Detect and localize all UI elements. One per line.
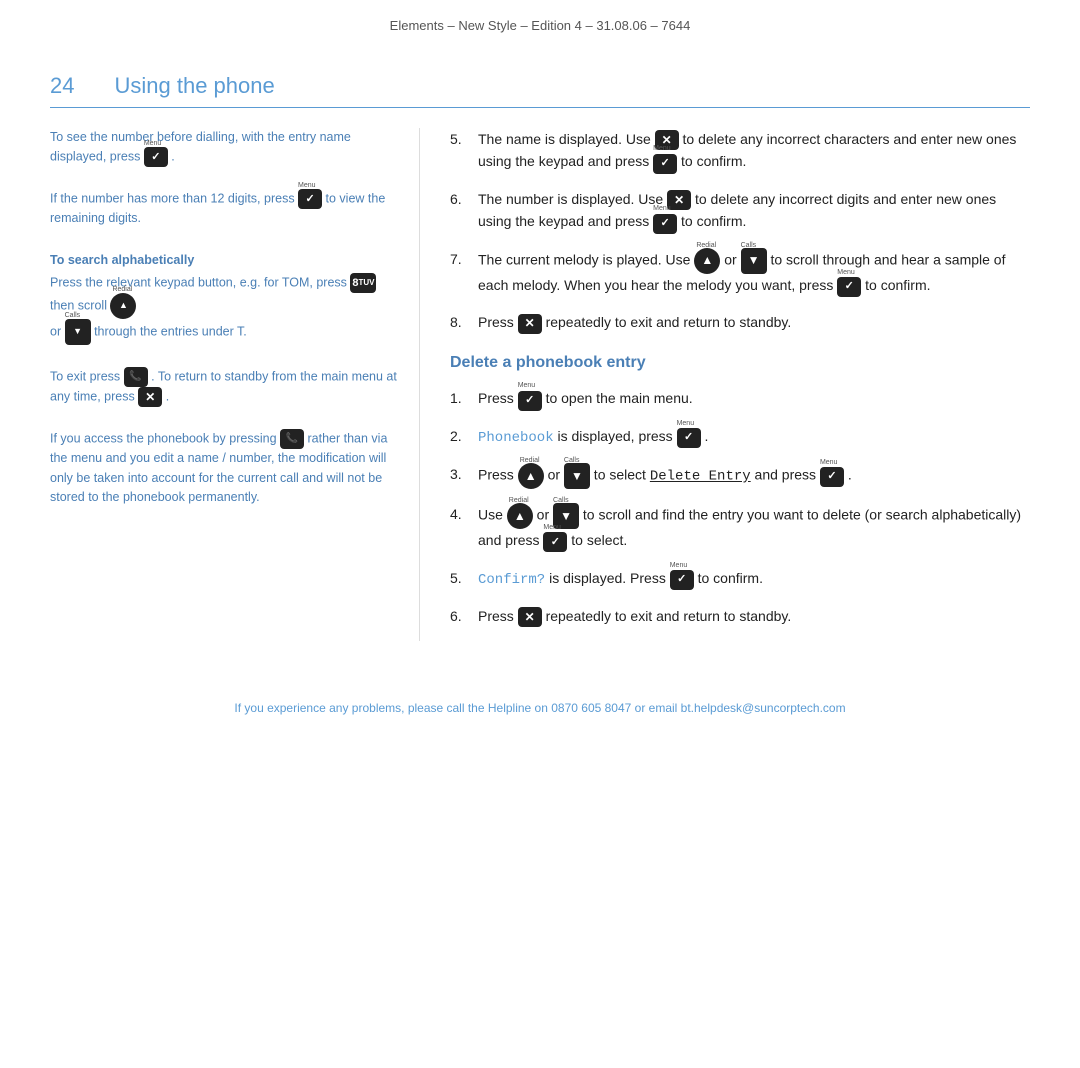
main-content: 24 Using the phone To see the number bef… — [0, 43, 1080, 753]
btn-rediall-up: Redial ▲ — [110, 293, 136, 319]
list-num-7: 7. — [450, 248, 478, 270]
left-block-3-or: or — [50, 324, 65, 338]
section-number: 24 — [50, 73, 74, 99]
left-block-2-text: If the number has more than 12 digits, p… — [50, 192, 298, 206]
btn-phonebook-2: 📞 — [280, 429, 304, 449]
delete-text-2: Phonebook is displayed, press Menu ✓ . — [478, 425, 1030, 449]
left-block-4-text: To exit press — [50, 369, 124, 383]
delete-num-6: 6. — [450, 605, 478, 627]
btn-calls-d3: Calls▼ — [564, 463, 590, 489]
list-item-8: 8. Press ✕ repeatedly to exit and return… — [450, 311, 1030, 333]
footer-text: If you experience any problems, please c… — [234, 701, 845, 715]
list-num-6: 6. — [450, 188, 478, 210]
right-list: 5. The name is displayed. Use ✕ to delet… — [450, 128, 1030, 334]
menu-check-btn-1: Menu ✓ — [144, 147, 168, 167]
delete-text-4: Use Redial▲ or Calls▼ to scroll and find… — [478, 503, 1030, 552]
delete-text-1: Press Menu ✓ to open the main menu. — [478, 387, 1030, 410]
menu-check-btn-d5: Menu ✓ — [670, 568, 694, 590]
left-block-3-heading: To search alphabetically — [50, 251, 399, 270]
delete-text-3: Press Redial▲ or Calls▼ to select Delete… — [478, 463, 1030, 489]
confirm-display: Confirm? — [478, 572, 545, 588]
delete-item-6: 6. Press ✕ repeatedly to exit and return… — [450, 605, 1030, 627]
delete-num-1: 1. — [450, 387, 478, 409]
left-block-4-period: . — [166, 389, 169, 403]
btn-rediall-d4: Redial▲ — [507, 503, 533, 529]
left-block-1: To see the number before dialling, with … — [50, 128, 399, 167]
footer: If you experience any problems, please c… — [50, 671, 1030, 733]
section-title: Using the phone — [114, 73, 274, 99]
btn-rediall-7: Redial▲ — [694, 248, 720, 274]
delete-item-2: 2. Phonebook is displayed, press Menu ✓ … — [450, 425, 1030, 449]
list-item-6: 6. The number is displayed. Use ✕ to del… — [450, 188, 1030, 234]
menu-check-btn-2: Menu ✓ — [298, 189, 322, 209]
header-text: Elements – New Style – Edition 4 – 31.08… — [390, 18, 691, 33]
menu-check-btn-d1: Menu ✓ — [518, 388, 542, 410]
btn-8-tuv: 8TUV — [350, 273, 376, 293]
list-text-5: The name is displayed. Use ✕ to delete a… — [478, 128, 1030, 174]
btn-rediall-d3: Redial▲ — [518, 463, 544, 489]
list-text-8: Press ✕ repeatedly to exit and return to… — [478, 311, 1030, 333]
list-item-7: 7. The current melody is played. Use Red… — [450, 248, 1030, 297]
delete-num-5: 5. — [450, 567, 478, 589]
delete-item-4: 4. Use Redial▲ or Calls▼ to scroll and f… — [450, 503, 1030, 552]
delete-num-2: 2. — [450, 425, 478, 447]
menu-check-btn-d4: Menu ✓ — [543, 530, 567, 552]
list-text-7: The current melody is played. Use Redial… — [478, 248, 1030, 297]
delete-text-6: Press ✕ repeatedly to exit and return to… — [478, 605, 1030, 627]
left-block-1-text: To see the number before dialling, with … — [50, 130, 351, 164]
btn-calls-down: Calls ▼ — [65, 319, 91, 345]
list-num-5: 5. — [450, 128, 478, 150]
right-column: 5. The name is displayed. Use ✕ to delet… — [420, 128, 1030, 641]
delete-item-1: 1. Press Menu ✓ to open the main menu. — [450, 387, 1030, 410]
list-item-5: 5. The name is displayed. Use ✕ to delet… — [450, 128, 1030, 174]
delete-item-3: 3. Press Redial▲ or Calls▼ to select Del… — [450, 463, 1030, 489]
left-block-3: To search alphabetically Press the relev… — [50, 251, 399, 345]
delete-section-heading: Delete a phonebook entry — [450, 350, 1030, 376]
btn-x-1: ✕ — [138, 387, 162, 407]
delete-text-5: Confirm? is displayed. Press Menu ✓ to c… — [478, 567, 1030, 591]
delete-item-5: 5. Confirm? is displayed. Press Menu ✓ t… — [450, 567, 1030, 591]
left-block-1-period: . — [171, 150, 174, 164]
menu-check-btn-6: Menu ✓ — [653, 211, 677, 233]
menu-check-btn-5: Menu ✓ — [653, 151, 677, 173]
left-column: To see the number before dialling, with … — [50, 128, 420, 641]
left-block-5: If you access the phonebook by pressing … — [50, 429, 399, 507]
list-text-6: The number is displayed. Use ✕ to delete… — [478, 188, 1030, 234]
page-header: Elements – New Style – Edition 4 – 31.08… — [0, 0, 1080, 43]
section-heading: 24 Using the phone — [50, 73, 1030, 108]
delete-num-3: 3. — [450, 463, 478, 485]
delete-entry-label: Delete Entry — [650, 469, 751, 485]
left-block-3-text: Press the relevant keypad button, e.g. f… — [50, 275, 350, 289]
delete-phonebook-section: Delete a phonebook entry 1. Press Menu ✓… — [450, 350, 1030, 628]
left-block-3-through: through the entries under T. — [94, 324, 247, 338]
menu-check-btn-d3: Menu ✓ — [820, 465, 844, 487]
btn-x-d6: ✕ — [518, 607, 542, 627]
phonebook-display: Phonebook — [478, 430, 554, 446]
left-block-4: To exit press 📞 . To return to standby f… — [50, 367, 399, 407]
delete-num-4: 4. — [450, 503, 478, 525]
left-block-3-then-scroll: then scroll — [50, 298, 110, 312]
list-num-8: 8. — [450, 311, 478, 333]
btn-phonebook-1: 📞 — [124, 367, 148, 387]
two-column-layout: To see the number before dialling, with … — [50, 128, 1030, 641]
btn-x-8: ✕ — [518, 314, 542, 334]
left-block-2: If the number has more than 12 digits, p… — [50, 189, 399, 228]
btn-calls-7: Calls▼ — [741, 248, 767, 274]
menu-check-btn-7: Menu ✓ — [837, 275, 861, 297]
menu-check-btn-d2: Menu ✓ — [677, 426, 701, 448]
left-block-5-text: If you access the phonebook by pressing — [50, 431, 280, 445]
delete-list: 1. Press Menu ✓ to open the main menu. — [450, 387, 1030, 627]
